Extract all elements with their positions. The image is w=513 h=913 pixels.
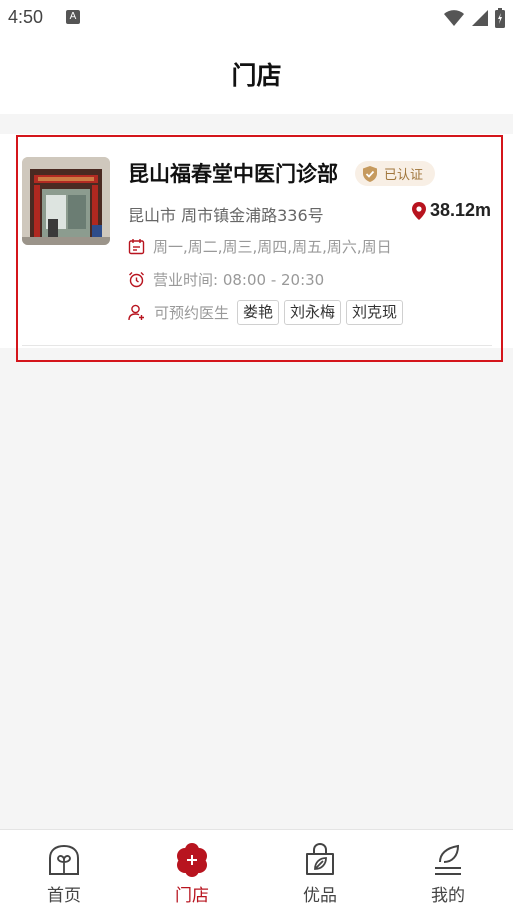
- card-divider: [22, 345, 492, 346]
- tab-mine-label: 我的: [431, 886, 465, 906]
- battery-icon: [495, 8, 505, 28]
- tab-mine[interactable]: 我的: [384, 830, 512, 913]
- tab-store-label: 门店: [175, 886, 209, 906]
- store-name[interactable]: 昆山福春堂中医门诊部: [128, 158, 338, 188]
- shopping-bag-icon: [306, 842, 334, 875]
- tab-goods[interactable]: 优品: [256, 830, 384, 913]
- business-hours-row: 营业时间: 08:00 - 20:30: [128, 269, 324, 290]
- doctor-tag[interactable]: 娄艳: [237, 300, 280, 325]
- status-bar: 4:50 A: [0, 0, 513, 36]
- wifi-icon: [444, 10, 464, 26]
- distance: 38.12m: [411, 200, 491, 221]
- profile-icon: [435, 844, 461, 875]
- alarm-clock-icon: [129, 272, 144, 288]
- doctors-row: 可预约医生 娄艳 刘永梅 刘克现: [128, 300, 404, 325]
- location-pin-icon: [411, 201, 426, 220]
- shield-check-icon: [363, 165, 377, 182]
- verified-badge: 已认证: [355, 161, 435, 186]
- tab-home-label: 首页: [47, 886, 81, 906]
- signal-icon: [472, 10, 488, 26]
- distance-value: 38.12m: [429, 200, 491, 220]
- user-add-icon: [128, 304, 144, 321]
- store-address: 昆山市 周市镇金浦路336号: [128, 206, 324, 225]
- doctors-label: 可预约医生: [154, 304, 230, 322]
- verified-label: 已认证: [384, 168, 424, 183]
- status-icons: [443, 8, 505, 28]
- tab-home[interactable]: 首页: [0, 830, 128, 913]
- notification-app-icon: A: [66, 10, 80, 24]
- page-title: 门店: [231, 61, 282, 90]
- status-time: 4:50: [8, 7, 44, 27]
- doctor-tag[interactable]: 刘克现: [346, 300, 404, 325]
- doctor-tag[interactable]: 刘永梅: [284, 300, 342, 325]
- calendar-icon: [128, 239, 145, 255]
- store-photo[interactable]: [22, 157, 110, 245]
- home-icon: [49, 844, 79, 875]
- business-days: 周一,周二,周三,周四,周五,周六,周日: [153, 238, 392, 256]
- business-days-row: 周一,周二,周三,周四,周五,周六,周日: [128, 236, 392, 257]
- bottom-tab-bar: 首页 门店 优品 我的: [0, 829, 513, 913]
- tab-goods-label: 优品: [303, 886, 337, 906]
- tab-store[interactable]: 门店: [128, 830, 256, 913]
- page-header: 门店: [0, 36, 513, 114]
- store-icon: [177, 843, 207, 877]
- business-hours: 营业时间: 08:00 - 20:30: [153, 271, 325, 289]
